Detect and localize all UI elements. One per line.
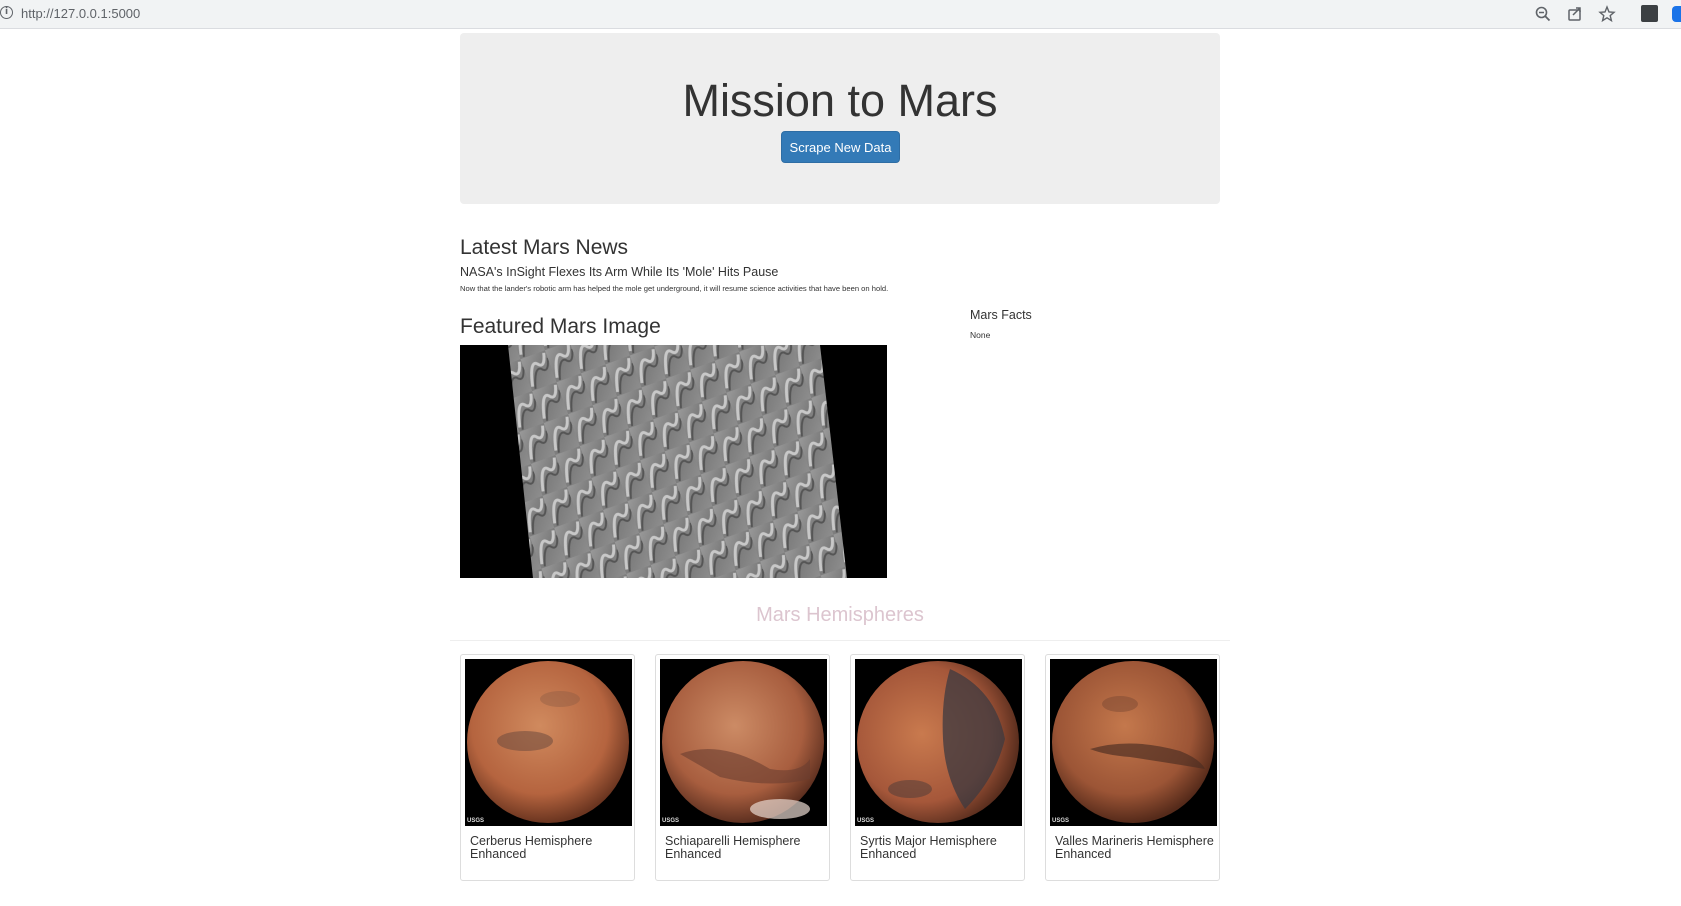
news-paragraph: Now that the lander's robotic arm has he… bbox=[460, 284, 889, 293]
header-jumbotron: Mission to Mars Scrape New Data bbox=[460, 33, 1220, 204]
hemisphere-card[interactable]: USGS Syrtis Major Hemisphere Enhanced bbox=[850, 654, 1025, 881]
zoom-out-icon[interactable] bbox=[1534, 5, 1552, 23]
hemispheres-heading: Mars Hemispheres bbox=[756, 604, 924, 626]
news-title: NASA's InSight Flexes Its Arm While Its … bbox=[460, 265, 779, 279]
info-icon[interactable]: i bbox=[0, 6, 13, 19]
share-icon[interactable] bbox=[1566, 5, 1584, 23]
mars-facts-value: None bbox=[970, 330, 991, 340]
scrape-new-data-button[interactable]: Scrape New Data bbox=[781, 131, 900, 163]
address-bar[interactable]: http://127.0.0.1:5000 bbox=[21, 6, 140, 21]
hemisphere-title[interactable]: Cerberus Hemisphere Enhanced bbox=[470, 835, 630, 861]
divider bbox=[450, 640, 1230, 641]
latest-news-heading: Latest Mars News bbox=[460, 236, 629, 259]
hemisphere-image[interactable]: USGS bbox=[855, 659, 1022, 826]
hemisphere-title[interactable]: Syrtis Major Hemisphere Enhanced bbox=[860, 835, 1020, 861]
star-icon[interactable] bbox=[1598, 5, 1616, 23]
hemisphere-image[interactable]: USGS bbox=[660, 659, 827, 826]
usgs-logo: USGS bbox=[467, 818, 485, 824]
featured-mars-image bbox=[460, 345, 887, 578]
browser-toolbar: i http://127.0.0.1:5000 bbox=[0, 0, 1681, 29]
page-title: Mission to Mars bbox=[682, 75, 998, 126]
extension-icon[interactable] bbox=[1641, 5, 1658, 22]
hemisphere-card[interactable]: USGS Schiaparelli Hemisphere Enhanced bbox=[655, 654, 830, 881]
hemisphere-card[interactable]: USGS Cerberus Hemisphere Enhanced bbox=[460, 654, 635, 881]
hemisphere-card[interactable]: USGS Valles Marineris Hemisphere Enhance… bbox=[1045, 654, 1220, 881]
hemisphere-image[interactable]: USGS bbox=[465, 659, 632, 826]
featured-image-heading: Featured Mars Image bbox=[460, 315, 661, 338]
hemisphere-image[interactable]: USGS bbox=[1050, 659, 1217, 826]
usgs-logo: USGS bbox=[662, 818, 680, 824]
usgs-logo: USGS bbox=[857, 818, 875, 824]
hemisphere-title[interactable]: Schiaparelli Hemisphere Enhanced bbox=[665, 835, 825, 861]
usgs-logo: USGS bbox=[1052, 818, 1070, 824]
hemisphere-title[interactable]: Valles Marineris Hemisphere Enhanced bbox=[1055, 835, 1215, 861]
mars-facts-heading: Mars Facts bbox=[970, 308, 1032, 322]
profile-icon[interactable] bbox=[1672, 6, 1681, 22]
